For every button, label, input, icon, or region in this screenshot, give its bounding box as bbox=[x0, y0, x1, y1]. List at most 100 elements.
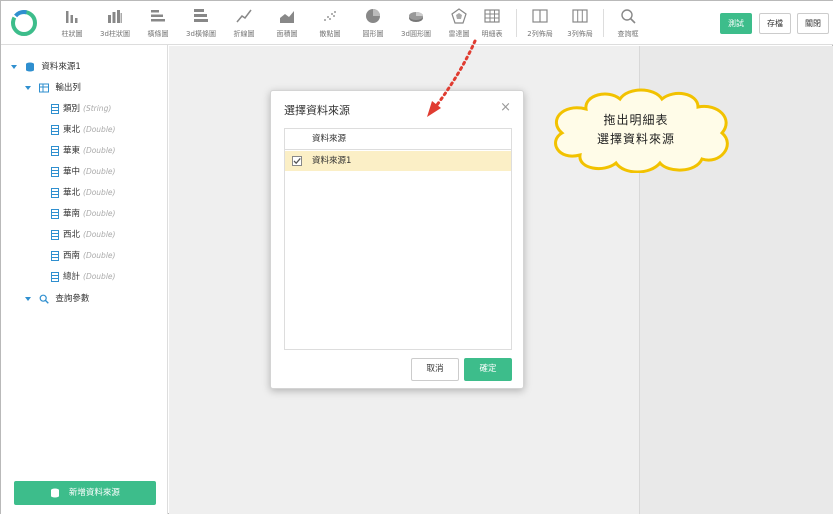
tree-item-datasource[interactable]: 資料來源1 bbox=[11, 59, 81, 75]
tool-horizontal-bar-3d[interactable]: 3d橫條圖 bbox=[180, 5, 222, 41]
field-name: 華中 bbox=[63, 167, 81, 177]
field-name: 東北 bbox=[63, 125, 81, 135]
close-icon[interactable]: × bbox=[500, 101, 511, 114]
callout-text: 拖出明細表 選擇資料來源 bbox=[546, 111, 726, 149]
toolbar-divider bbox=[603, 9, 604, 37]
tool-two-column-layout[interactable]: 2列佈局 bbox=[519, 5, 561, 41]
caret-down-icon[interactable] bbox=[25, 85, 31, 90]
tool-label: 3d柱狀圖 bbox=[100, 30, 130, 38]
field-type: (Double) bbox=[83, 167, 116, 176]
field-icon bbox=[51, 271, 59, 282]
field-item[interactable]: 西北 (Double) bbox=[51, 227, 115, 243]
database-icon bbox=[25, 62, 34, 71]
field-name: 西南 bbox=[63, 251, 81, 261]
app-logo-icon bbox=[11, 10, 37, 36]
tool-label: 柱狀圖 bbox=[61, 30, 83, 38]
toolbar: 柱狀圖 3d柱狀圖 橫條圖 3d橫條圖 折線圖 面積圖 散點圖 圓形圖 3d圓形… bbox=[1, 1, 833, 45]
datasource-table: 資料來源 資料來源1 bbox=[284, 128, 512, 350]
three-column-layout-icon bbox=[572, 9, 588, 23]
field-icon bbox=[51, 229, 59, 240]
add-datasource-button[interactable]: 新增資料來源 bbox=[14, 481, 156, 505]
tool-three-column-layout[interactable]: 3列佈局 bbox=[559, 5, 601, 41]
field-icon bbox=[51, 208, 59, 219]
tool-label: 3d橫條圖 bbox=[186, 30, 216, 38]
bar-chart-icon bbox=[66, 11, 78, 23]
caret-down-icon[interactable] bbox=[25, 296, 31, 301]
two-column-layout-icon bbox=[532, 9, 548, 23]
horizontal-bar-icon bbox=[151, 10, 165, 22]
tree-item-query-params[interactable]: 查詢參數 bbox=[25, 291, 89, 307]
field-item[interactable]: 西南 (Double) bbox=[51, 248, 115, 264]
field-item[interactable]: 類別 (String) bbox=[51, 101, 111, 117]
close-button[interactable]: 關閉 bbox=[797, 13, 829, 34]
field-item[interactable]: 總計 (Double) bbox=[51, 269, 115, 285]
select-datasource-dialog: 選擇資料來源 × 資料來源 資料來源1 取消 確定 bbox=[270, 90, 524, 389]
field-icon bbox=[51, 145, 59, 156]
field-type: (Double) bbox=[83, 272, 116, 281]
tool-label: 2列佈局 bbox=[527, 30, 553, 38]
tool-area-chart[interactable]: 面積圖 bbox=[266, 5, 308, 41]
toolbar-divider bbox=[516, 9, 517, 37]
line-chart-icon bbox=[236, 9, 252, 23]
tool-label: 3列佈局 bbox=[567, 30, 593, 38]
query-params-label: 查詢參數 bbox=[55, 294, 90, 304]
field-name: 華北 bbox=[63, 188, 81, 198]
field-icon bbox=[51, 187, 59, 198]
search-icon bbox=[39, 294, 49, 304]
datasource-sidebar: 資料來源1 輸出列 類別 (String) 東北 (Double) 華東 (Double)… bbox=[1, 45, 168, 514]
field-name: 西北 bbox=[63, 230, 81, 240]
tool-detail-table[interactable]: 明細表 bbox=[471, 5, 513, 41]
field-name: 類別 bbox=[63, 104, 81, 114]
tool-bar-3d-chart[interactable]: 3d柱狀圖 bbox=[94, 5, 136, 41]
scatter-chart-icon bbox=[324, 11, 336, 21]
tool-line-chart[interactable]: 折線圖 bbox=[223, 5, 265, 41]
tool-search-box[interactable]: 查詢框 bbox=[607, 5, 649, 41]
field-type: (Double) bbox=[83, 188, 116, 197]
callout-line-1: 拖出明細表 bbox=[603, 113, 669, 127]
add-datasource-label: 新增資料來源 bbox=[68, 488, 120, 498]
field-icon bbox=[51, 124, 59, 135]
save-button[interactable]: 存檔 bbox=[759, 13, 791, 34]
tree-item-output[interactable]: 輸出列 bbox=[25, 80, 81, 96]
field-item[interactable]: 華南 (Double) bbox=[51, 206, 115, 222]
tool-pie-3d-chart[interactable]: 3d圓形圖 bbox=[395, 5, 437, 41]
tool-label: 面積圖 bbox=[276, 30, 298, 38]
confirm-button[interactable]: 確定 bbox=[464, 358, 512, 381]
field-type: (Double) bbox=[83, 146, 116, 155]
field-icon bbox=[51, 250, 59, 261]
area-chart-icon bbox=[280, 11, 294, 23]
field-item[interactable]: 東北 (Double) bbox=[51, 122, 115, 138]
pie-3d-chart-icon bbox=[409, 12, 423, 22]
database-icon bbox=[51, 488, 60, 497]
test-button[interactable]: 測試 bbox=[720, 13, 752, 34]
field-name: 華東 bbox=[63, 146, 81, 156]
table-header: 資料來源 bbox=[285, 129, 511, 150]
field-type: (Double) bbox=[83, 209, 116, 218]
field-type: (String) bbox=[83, 104, 112, 113]
cancel-button[interactable]: 取消 bbox=[411, 358, 459, 381]
table-row[interactable]: 資料來源1 bbox=[285, 151, 511, 171]
checkbox-checked-icon[interactable] bbox=[292, 156, 302, 166]
tool-label: 橫條圖 bbox=[147, 30, 169, 38]
tool-bar-chart[interactable]: 柱狀圖 bbox=[51, 5, 93, 41]
field-type: (Double) bbox=[83, 230, 116, 239]
field-icon bbox=[51, 103, 59, 114]
field-item[interactable]: 華北 (Double) bbox=[51, 185, 115, 201]
annotation-arrow bbox=[427, 39, 477, 117]
detail-table-icon bbox=[484, 9, 500, 23]
field-item[interactable]: 華中 (Double) bbox=[51, 164, 115, 180]
callout-line-2: 選擇資料來源 bbox=[596, 132, 675, 146]
caret-down-icon[interactable] bbox=[11, 64, 17, 69]
app-window: 柱狀圖 3d柱狀圖 橫條圖 3d橫條圖 折線圖 面積圖 散點圖 圓形圖 3d圓形… bbox=[0, 0, 833, 514]
tool-label: 散點圖 bbox=[319, 30, 341, 38]
tool-label: 折線圖 bbox=[233, 30, 255, 38]
datasource-name: 資料來源1 bbox=[312, 156, 352, 166]
dialog-title: 選擇資料來源 bbox=[284, 104, 350, 117]
field-type: (Double) bbox=[83, 251, 116, 260]
column-header: 資料來源 bbox=[312, 134, 347, 144]
field-item[interactable]: 華東 (Double) bbox=[51, 143, 115, 159]
tool-horizontal-bar[interactable]: 橫條圖 bbox=[137, 5, 179, 41]
output-label: 輸出列 bbox=[55, 83, 81, 93]
tool-scatter-chart[interactable]: 散點圖 bbox=[309, 5, 351, 41]
tool-pie-chart[interactable]: 圓形圖 bbox=[352, 5, 394, 41]
